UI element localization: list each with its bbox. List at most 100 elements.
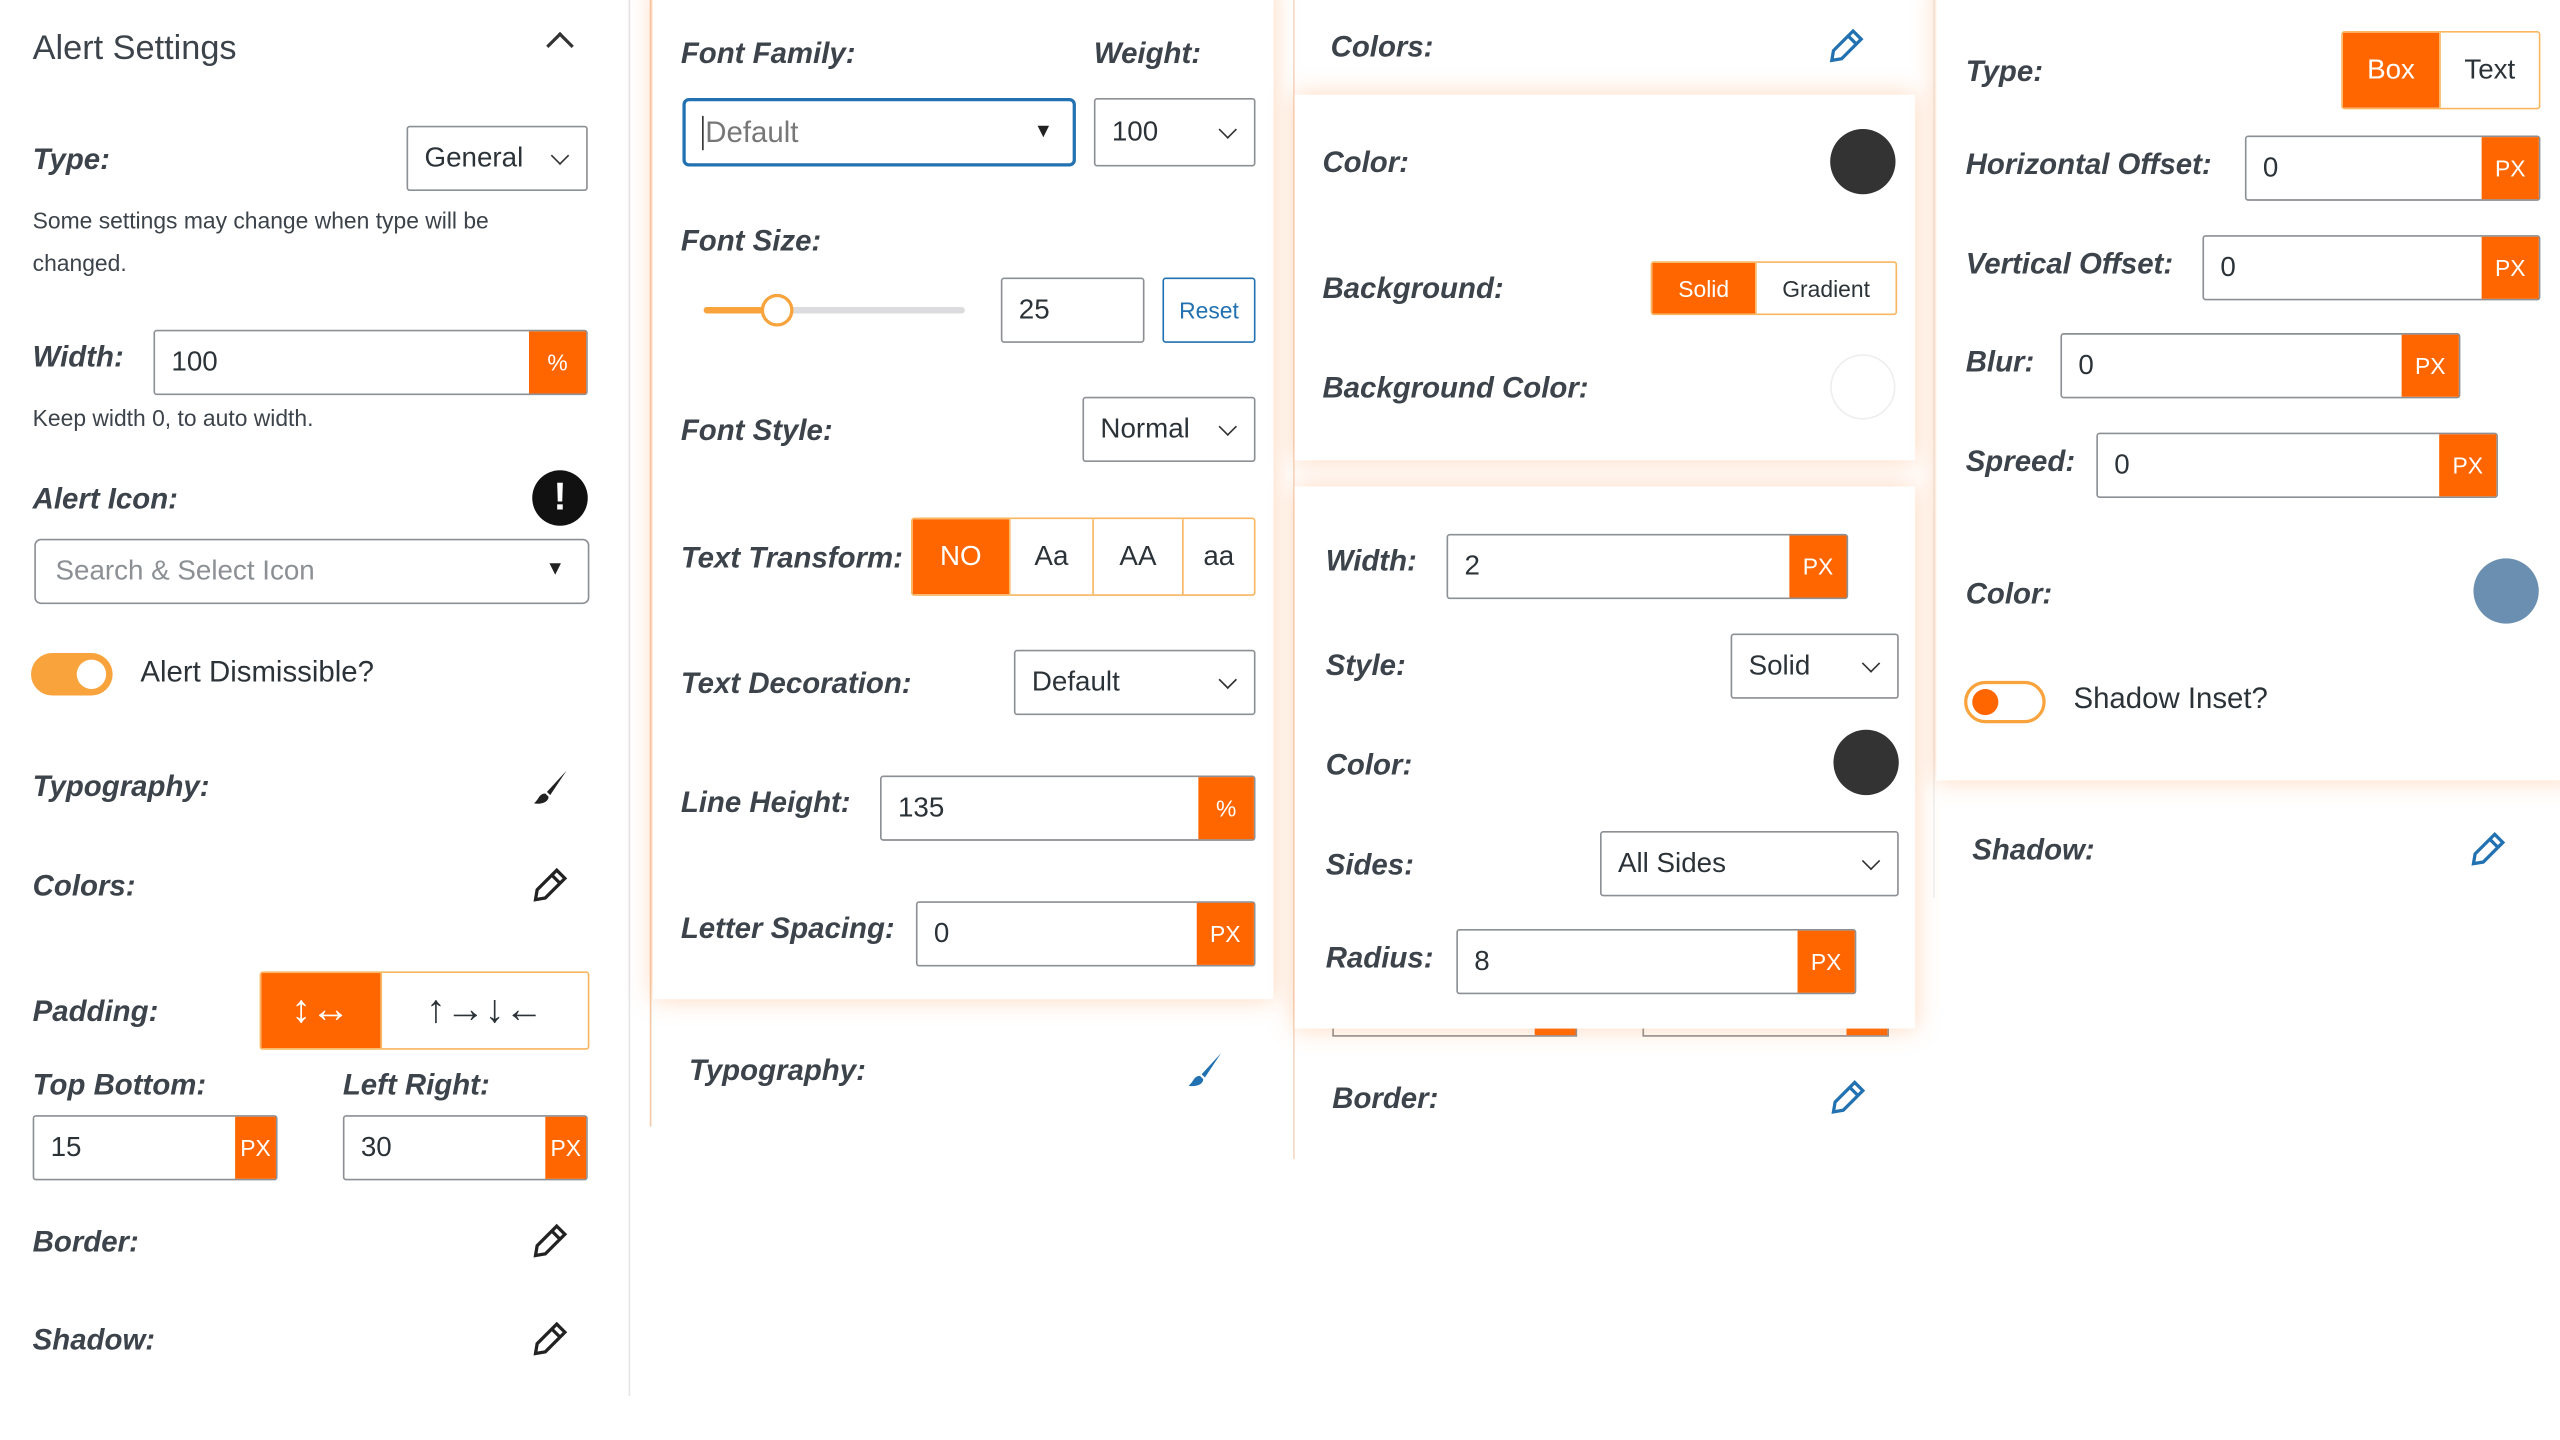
section-title: Alert Settings (32, 29, 237, 67)
chevron-down-icon (1218, 670, 1237, 690)
font-size-value: 25 (1018, 293, 1050, 325)
shadow-color-swatch[interactable] (2473, 558, 2539, 624)
shadow-footer-label: Shadow: (1972, 833, 2095, 867)
font-family-label: Font Family: (680, 36, 856, 70)
pencil-icon[interactable] (532, 1223, 568, 1259)
h-offset-label: Horizontal Offset: (1965, 147, 2212, 181)
spread-input[interactable]: 0 PX (2096, 432, 2498, 498)
background-color-swatch[interactable] (1830, 354, 1896, 420)
text-decoration-select[interactable]: Default (1013, 649, 1256, 716)
pencil-icon[interactable] (532, 867, 568, 903)
background-gradient[interactable]: Gradient (1755, 262, 1895, 314)
toggle-knob (1972, 688, 1999, 716)
unit-addon: PX (2481, 236, 2539, 299)
brush-icon[interactable] (531, 767, 570, 806)
text-decoration-label: Text Decoration: (680, 666, 912, 700)
top-bottom-input[interactable]: 15 PX (32, 1115, 278, 1181)
weight-label: Weight: (1093, 36, 1202, 70)
border-footer-label: Border: (1332, 1081, 1439, 1115)
transform-lowercase[interactable]: aa (1182, 519, 1254, 595)
divider (649, 0, 652, 1127)
shadow-inset-label: Shadow Inset? (2073, 681, 2268, 715)
caret-down-icon: ▼ (545, 556, 565, 580)
transform-capitalize[interactable]: Aa (1008, 519, 1092, 595)
v-offset-input[interactable]: 0 PX (2202, 235, 2541, 301)
pencil-icon[interactable] (2470, 831, 2506, 867)
shadow-type-text[interactable]: Text (2439, 32, 2539, 108)
divider (1933, 0, 1935, 898)
h-offset-value: 0 (2262, 151, 2279, 183)
padding-mode-sides[interactable]: ↑→↓← (380, 973, 587, 1049)
line-height-label: Line Height: (680, 786, 851, 819)
type-select[interactable]: General (406, 125, 588, 192)
line-height-input[interactable]: 135% (879, 775, 1256, 841)
font-size-input[interactable]: 25 (1000, 277, 1145, 343)
chevron-down-icon (550, 146, 570, 165)
border-style-value: Solid (1748, 649, 1811, 681)
border-style-select[interactable]: Solid (1730, 633, 1899, 699)
padding-mode-axis[interactable]: ↕↔ (261, 973, 381, 1049)
spread-label: Spreed: (1965, 444, 2076, 478)
border-radius-input[interactable]: 8 PX (1456, 928, 1857, 995)
caret-down-icon: ▼ (1033, 119, 1054, 143)
font-size-slider[interactable] (703, 293, 965, 327)
text-transform-group: NO Aa AA aa (911, 517, 1256, 596)
unit-addon: PX (1196, 902, 1254, 965)
typography-label: Typography: (32, 769, 210, 803)
weight-value: 100 (1111, 115, 1159, 147)
shadow-inset-toggle[interactable] (1964, 680, 2046, 724)
border-color-swatch[interactable] (1833, 729, 1899, 796)
dismissible-toggle[interactable] (31, 653, 113, 696)
letter-spacing-input[interactable]: 0 PX (915, 901, 1256, 967)
background-label: Background: (1322, 271, 1504, 305)
spread-value: 0 (2114, 448, 2130, 480)
unit-addon: PX (2439, 434, 2497, 497)
unit-addon: PX (1789, 535, 1847, 598)
shadow-type-box[interactable]: Box (2342, 32, 2440, 108)
chevron-up-icon[interactable] (546, 31, 574, 60)
transform-none[interactable]: NO (912, 519, 1009, 595)
blur-label: Blur: (1965, 345, 2035, 378)
h-offset-input[interactable]: 0 PX (2244, 135, 2541, 201)
type-value: General (424, 142, 524, 174)
color-swatch[interactable] (1830, 128, 1896, 195)
left-right-label: Left Right: (342, 1068, 490, 1102)
pencil-icon[interactable] (532, 1321, 568, 1357)
transform-uppercase[interactable]: AA (1092, 519, 1182, 595)
icon-search-placeholder: Search & Select Icon (55, 555, 315, 587)
width-input[interactable]: 100% (153, 329, 588, 396)
border-style-label: Style: (1325, 648, 1406, 682)
blur-input[interactable]: 0 PX (2060, 333, 2461, 399)
chevron-down-icon (1861, 851, 1881, 871)
font-family-select[interactable]: Default ▼ (682, 97, 1076, 167)
letter-spacing-value: 0 (933, 917, 950, 949)
type-label: Type: (32, 142, 110, 176)
unit-addon: PX (2481, 137, 2539, 200)
width-unit: % (528, 331, 587, 394)
alert-icon-label: Alert Icon: (32, 482, 178, 516)
shadow-label: Shadow: (32, 1323, 156, 1356)
border-sides-select[interactable]: All Sides (1599, 831, 1899, 897)
pencil-icon[interactable] (1830, 1079, 1866, 1115)
v-offset-value: 0 (2220, 251, 2236, 283)
colors-label: Colors: (32, 869, 136, 903)
font-style-select[interactable]: Normal (1082, 396, 1256, 463)
shadow-type-label: Type: (1965, 54, 2044, 88)
border-width-input[interactable]: 2 PX (1446, 533, 1849, 600)
border-color-label: Color: (1325, 748, 1413, 782)
pencil-icon[interactable] (1829, 28, 1865, 64)
dismissible-label: Alert Dismissible? (140, 655, 374, 689)
unit-addon: PX (1797, 930, 1855, 993)
brush-icon[interactable] (1185, 1050, 1224, 1089)
icon-search-select[interactable]: Search & Select Icon ▼ (34, 538, 590, 605)
background-solid[interactable]: Solid (1652, 262, 1756, 314)
unit-addon: PX (2401, 334, 2459, 397)
colors-header-label: Colors: (1330, 30, 1434, 63)
weight-select[interactable]: 100 (1093, 97, 1256, 167)
reset-button[interactable]: Reset (1162, 277, 1256, 343)
font-size-label: Font Size: (680, 224, 822, 258)
text-transform-label: Text Transform: (680, 541, 903, 574)
border-sides-value: All Sides (1617, 847, 1726, 879)
slider-handle[interactable] (760, 293, 794, 327)
left-right-input[interactable]: 30 PX (342, 1115, 588, 1181)
